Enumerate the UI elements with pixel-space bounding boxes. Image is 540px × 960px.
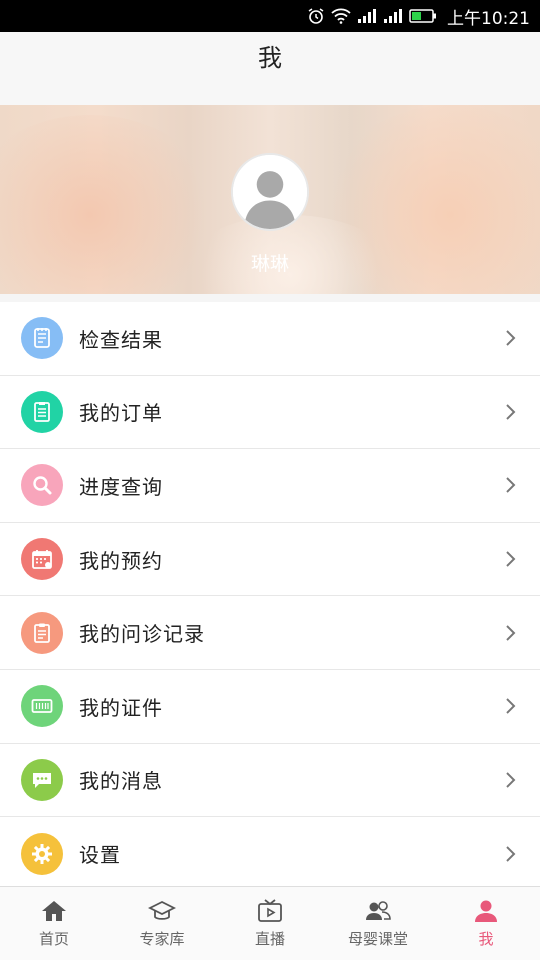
chevron-right-icon (506, 551, 516, 567)
tab-live[interactable]: 直播 (216, 887, 324, 960)
username[interactable]: 琳琳 (0, 249, 540, 276)
calendar-icon (21, 538, 63, 581)
menu-item-label: 我的证件 (79, 695, 163, 720)
menu-item-my-orders[interactable]: 我的订单 (0, 376, 540, 450)
status-time: 上午10:21 (447, 8, 530, 29)
status-bar: 上午10:21 (0, 0, 540, 32)
menu-item-check-results[interactable]: 检查结果 (0, 302, 540, 376)
id-card-icon (21, 685, 63, 728)
page-title: 我 (258, 44, 282, 72)
home-icon (42, 901, 66, 921)
search-icon (21, 464, 63, 507)
report-icon (21, 317, 63, 360)
chevron-right-icon (506, 330, 516, 347)
battery-icon (409, 8, 437, 24)
menu-item-label: 检查结果 (79, 327, 163, 352)
tab-label: 直播 (254, 930, 285, 948)
menu-item-label: 我的订单 (79, 401, 163, 426)
order-icon (21, 390, 63, 433)
menu-item-my-messages[interactable]: 我的消息 (0, 744, 540, 818)
tab-me[interactable]: 我 (432, 887, 540, 960)
menu-item-consultation-records[interactable]: 我的问诊记录 (0, 596, 540, 670)
chevron-right-icon (506, 698, 516, 714)
chevron-right-icon (506, 846, 516, 862)
signal-icon-2 (383, 8, 403, 24)
menu-item-my-appointments[interactable]: 我的预约 (0, 523, 540, 597)
tv-play-icon (258, 899, 282, 922)
tab-label: 专家库 (139, 930, 185, 948)
user-avatar-icon (233, 155, 307, 229)
alarm-icon (307, 7, 325, 25)
graduation-cap-icon (148, 900, 176, 920)
title-bar: 我 (0, 32, 540, 105)
group-icon (366, 901, 391, 920)
tab-home[interactable]: 首页 (0, 887, 108, 960)
clipboard-icon (21, 611, 63, 654)
menu-list: 检查结果 我的订单 进度查询 我的预约 我的问诊记录 我的证件 我的消息 设置 (0, 302, 540, 891)
bottom-tab-bar: 首页 专家库 直播 母婴课堂 我 (0, 886, 540, 960)
message-icon (21, 758, 63, 801)
menu-item-progress-query[interactable]: 进度查询 (0, 449, 540, 523)
chevron-right-icon (506, 772, 516, 788)
menu-item-my-documents[interactable]: 我的证件 (0, 670, 540, 744)
menu-item-label: 进度查询 (79, 474, 163, 499)
wifi-icon (331, 8, 351, 24)
tab-label: 我 (478, 930, 494, 948)
menu-item-label: 我的消息 (79, 769, 163, 794)
chevron-right-icon (506, 624, 516, 641)
tab-label: 首页 (38, 930, 69, 948)
chevron-right-icon (506, 404, 516, 420)
menu-item-label: 设置 (79, 843, 121, 868)
chevron-right-icon (506, 477, 516, 494)
tab-maternal-class[interactable]: 母婴课堂 (324, 887, 432, 960)
gear-icon (21, 832, 63, 875)
avatar[interactable] (231, 153, 309, 231)
menu-item-label: 我的预约 (79, 548, 163, 573)
menu-item-settings[interactable]: 设置 (0, 817, 540, 891)
signal-icon (357, 8, 377, 24)
person-icon (475, 900, 497, 922)
tab-label: 母婴课堂 (347, 930, 408, 948)
tab-experts[interactable]: 专家库 (108, 887, 216, 960)
menu-item-label: 我的问诊记录 (79, 622, 205, 647)
profile-header: 琳琳 (0, 105, 540, 294)
